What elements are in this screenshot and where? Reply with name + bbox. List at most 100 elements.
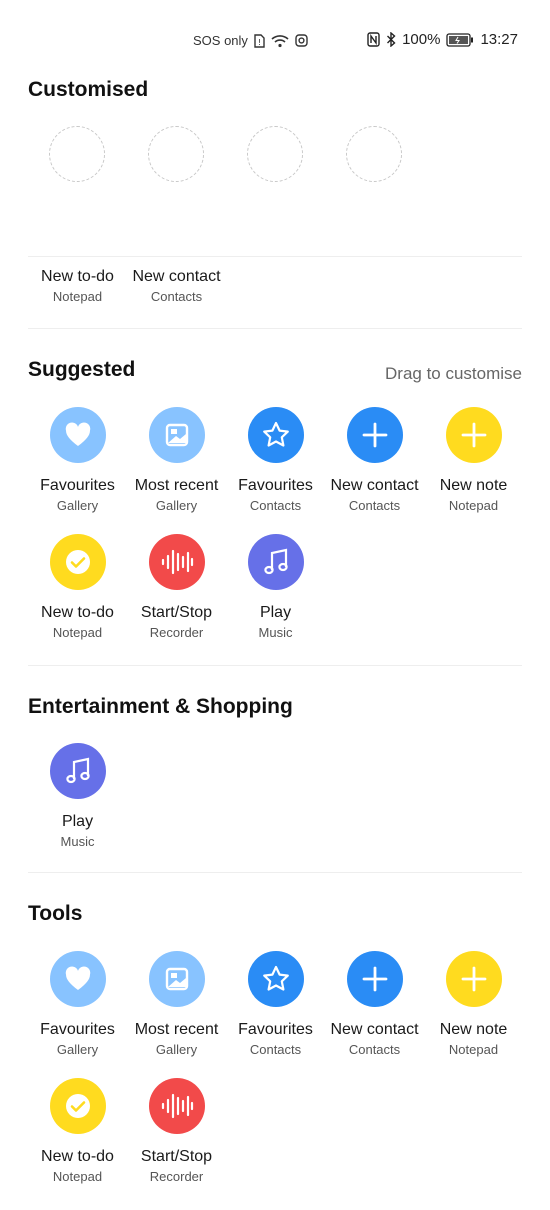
shortcut-label: New contact: [132, 268, 221, 285]
shortcut-label: Favourites: [40, 477, 115, 494]
status-right: 100% 13:27: [367, 31, 518, 48]
customised-title: Customised: [28, 78, 149, 101]
status-left: SOS only !: [193, 33, 308, 48]
shortcut-app: Music: [258, 625, 293, 640]
shortcut-new-note[interactable]: New note Notepad: [424, 951, 523, 1058]
shortcut-label: Play: [259, 604, 292, 621]
svg-text:!: !: [258, 38, 261, 47]
check-icon: [49, 1078, 106, 1134]
shortcut-app: Gallery: [155, 498, 198, 513]
shortcut-label: New to-do: [41, 1148, 114, 1165]
empty-slot[interactable]: [346, 126, 402, 182]
shortcut-label: Most recent: [134, 477, 219, 494]
tools-title: Tools: [28, 902, 83, 925]
divider: [28, 328, 522, 329]
shortcut-app: Gallery: [155, 1042, 198, 1057]
bluetooth-icon: [386, 32, 396, 47]
clock: 13:27: [480, 31, 518, 48]
shortcut-app: Notepad: [52, 625, 103, 640]
shortcut-label: Start/Stop: [140, 604, 213, 621]
shortcut-recorder[interactable]: Start/Stop Recorder: [127, 1078, 226, 1185]
star-icon: [247, 951, 304, 1007]
shortcut-new-todo[interactable]: New to-do Notepad: [28, 1078, 127, 1185]
shortcut-app: Gallery: [56, 498, 99, 513]
shortcut-app: Recorder: [149, 625, 204, 640]
image-icon: [148, 407, 205, 463]
shortcut-label: New note: [439, 477, 508, 494]
shortcut-gallery-favourites[interactable]: Favourites Gallery: [28, 951, 127, 1058]
shortcut-music-play[interactable]: Play Music: [226, 534, 325, 641]
shortcut-label: Favourites: [238, 1021, 313, 1038]
plus-icon: [445, 407, 502, 463]
entertainment-title: Entertainment & Shopping: [28, 695, 293, 718]
shortcut-app: Notepad: [52, 289, 103, 304]
shortcut-new-note[interactable]: New note Notepad: [424, 407, 523, 514]
music-note-icon: [247, 534, 304, 590]
customised-shortcuts: New to-do Notepad New contact Contacts: [28, 268, 523, 305]
shortcut-contacts-favourites[interactable]: Favourites Contacts: [226, 951, 325, 1058]
shortcut-app: Contacts: [348, 498, 401, 513]
empty-slot[interactable]: [49, 126, 105, 182]
shortcut-new-contact[interactable]: New contact Contacts: [127, 268, 226, 305]
battery-icon: [446, 32, 474, 47]
plus-icon: [346, 951, 403, 1007]
shortcut-new-todo[interactable]: New to-do Notepad: [28, 534, 127, 641]
shortcut-new-todo[interactable]: New to-do Notepad: [28, 268, 127, 305]
shortcut-label: New contact: [330, 1021, 419, 1038]
heart-icon: [49, 951, 106, 1007]
entertainment-grid: Play Music: [28, 743, 523, 850]
sim-card-icon: !: [254, 33, 265, 48]
shortcut-app: Notepad: [448, 498, 499, 513]
shortcut-new-contact[interactable]: New contact Contacts: [325, 407, 424, 514]
shortcut-label: Favourites: [40, 1021, 115, 1038]
divider: [28, 872, 522, 873]
divider: [28, 256, 522, 257]
plus-icon: [445, 951, 502, 1007]
star-icon: [247, 407, 304, 463]
shortcut-gallery-favourites[interactable]: Favourites Gallery: [28, 407, 127, 514]
instagram-icon: [295, 34, 308, 47]
empty-slot[interactable]: [148, 126, 204, 182]
music-note-icon: [49, 743, 106, 799]
suggested-title: Suggested: [28, 358, 136, 381]
waveform-icon: [148, 1078, 205, 1134]
waveform-icon: [148, 534, 205, 590]
status-bar: SOS only ! 100% 13:27: [0, 0, 550, 82]
shortcut-music-play[interactable]: Play Music: [28, 743, 127, 850]
shortcut-recorder[interactable]: Start/Stop Recorder: [127, 534, 226, 641]
custom-placeholders: [49, 126, 402, 182]
heart-icon: [49, 407, 106, 463]
shortcut-app: Contacts: [249, 1042, 302, 1057]
drag-hint: Drag to customise: [385, 364, 522, 383]
shortcut-app: Recorder: [149, 1169, 204, 1184]
shortcut-app: Music: [60, 834, 95, 849]
suggested-grid: Favourites Gallery Most recent Gallery F…: [28, 407, 523, 641]
shortcut-app: Contacts: [348, 1042, 401, 1057]
sos-text: SOS only: [193, 33, 248, 48]
shortcut-label: Favourites: [238, 477, 313, 494]
shortcut-new-contact[interactable]: New contact Contacts: [325, 951, 424, 1058]
tools-grid: Favourites Gallery Most recent Gallery F…: [28, 951, 523, 1185]
nfc-icon: [367, 32, 380, 47]
shortcut-app: Notepad: [52, 1169, 103, 1184]
battery-percent: 100%: [402, 31, 441, 48]
divider: [28, 665, 522, 666]
check-icon: [49, 534, 106, 590]
shortcut-gallery-most-recent[interactable]: Most recent Gallery: [127, 407, 226, 514]
shortcut-label: Most recent: [134, 1021, 219, 1038]
wifi-icon: [271, 34, 289, 48]
plus-icon: [346, 407, 403, 463]
shortcut-label: New note: [439, 1021, 508, 1038]
shortcut-app: Contacts: [150, 289, 203, 304]
shortcut-label: New to-do: [41, 604, 114, 621]
shortcut-label: Start/Stop: [140, 1148, 213, 1165]
shortcut-gallery-most-recent[interactable]: Most recent Gallery: [127, 951, 226, 1058]
shortcut-app: Gallery: [56, 1042, 99, 1057]
empty-slot[interactable]: [247, 126, 303, 182]
shortcut-label: New contact: [330, 477, 419, 494]
shortcut-app: Notepad: [448, 1042, 499, 1057]
image-icon: [148, 951, 205, 1007]
shortcut-contacts-favourites[interactable]: Favourites Contacts: [226, 407, 325, 514]
shortcut-label: New to-do: [41, 268, 114, 285]
shortcut-app: Contacts: [249, 498, 302, 513]
